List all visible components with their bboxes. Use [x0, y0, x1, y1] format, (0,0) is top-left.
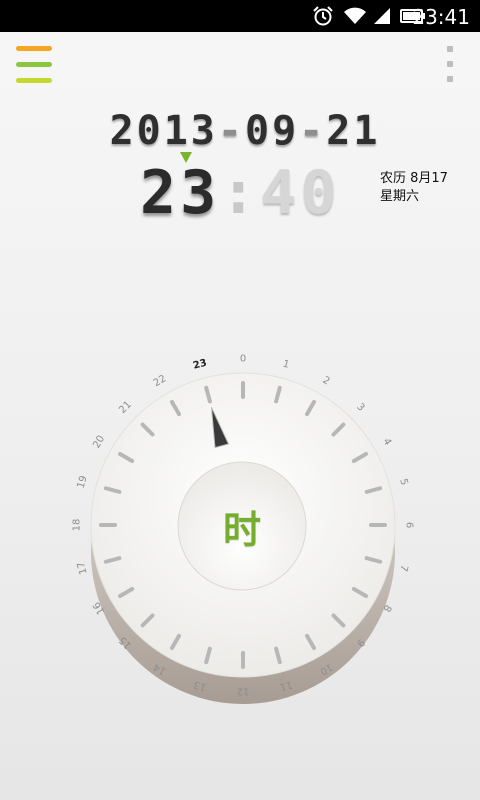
date-year: 2013 [109, 108, 218, 154]
mode-toggle-button[interactable]: 时 [178, 462, 306, 590]
alarm-icon [313, 6, 333, 26]
dial-label[interactable]: 12 [237, 686, 250, 697]
dial-label[interactable]: 23 [192, 358, 208, 372]
dial-label[interactable]: 7 [397, 563, 409, 572]
hamburger-menu-icon [16, 46, 52, 51]
overflow-dot [447, 61, 453, 67]
dial-label[interactable]: 1 [281, 359, 290, 371]
dial-label[interactable]: 20 [91, 434, 107, 451]
date-day: 21 [326, 108, 381, 154]
signal-icon [374, 8, 390, 24]
date-month: 09 [244, 108, 300, 154]
dial-label[interactable]: 18 [72, 519, 83, 532]
menu-line [16, 62, 52, 67]
status-bar: 23:41 [0, 0, 480, 32]
dial-label[interactable]: 3 [354, 401, 366, 413]
overflow-dot [447, 76, 453, 82]
date-separator: - [299, 108, 327, 154]
time-display: 23:40 [140, 158, 350, 228]
overflow-menu-icon [447, 46, 453, 52]
dial-label[interactable]: 22 [152, 373, 169, 389]
lunar-date: 农历 8月17 [380, 171, 448, 186]
dial-label[interactable]: 4 [380, 436, 393, 447]
wifi-icon [344, 7, 366, 24]
date-display: 2013-09-21 [100, 108, 390, 154]
date-separator: - [217, 108, 245, 154]
dial-label[interactable]: 19 [76, 474, 90, 489]
dial-label[interactable]: 17 [76, 560, 90, 575]
dial-label[interactable]: 0 [240, 354, 246, 365]
dial-label[interactable]: 2 [320, 375, 331, 388]
time-hour[interactable]: 23 [140, 158, 220, 228]
overflow-menu-button[interactable] [440, 44, 460, 84]
dial-label[interactable]: 5 [397, 478, 409, 487]
dial-label[interactable]: 6 [404, 522, 415, 528]
time-minute[interactable]: 40 [260, 158, 340, 228]
time-separator: : [220, 158, 261, 228]
weekday: 星期六 [380, 189, 420, 204]
lunar-info: 农历 8月17 星期六 [380, 170, 448, 206]
dial-label[interactable]: 21 [117, 399, 134, 416]
mode-label: 时 [222, 507, 261, 552]
menu-line [16, 78, 52, 83]
status-time: 23:41 [412, 5, 470, 29]
menu-button[interactable] [14, 44, 56, 88]
